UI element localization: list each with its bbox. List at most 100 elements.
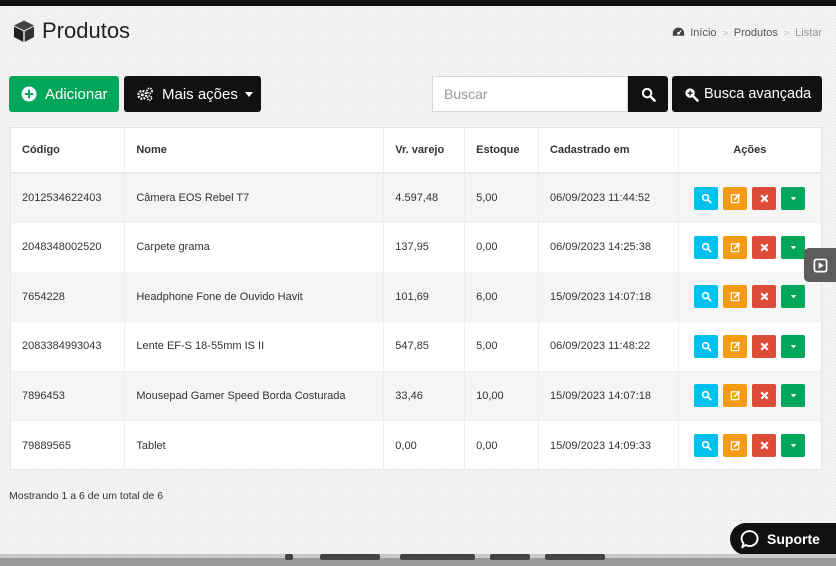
row-more-actions-button[interactable] xyxy=(781,384,806,408)
edit-button[interactable] xyxy=(723,285,748,309)
gears-icon xyxy=(137,87,153,101)
view-button[interactable] xyxy=(694,186,719,210)
row-more-actions-button[interactable] xyxy=(781,434,806,457)
row-more-actions-button[interactable] xyxy=(781,235,806,259)
bottom-strip-mark xyxy=(490,554,530,560)
column-header-nome[interactable]: Nome xyxy=(124,128,385,174)
search-input[interactable] xyxy=(432,76,628,112)
cell-codigo: 2048348002520 xyxy=(11,222,126,272)
row-more-actions-button[interactable] xyxy=(781,186,806,210)
breadcrumb-item-produtos[interactable]: Produtos xyxy=(734,27,778,39)
cell-cadastrado-em: 15/09/2023 14:07:18 xyxy=(538,271,679,322)
search-icon xyxy=(701,193,712,204)
add-button[interactable]: Adicionar xyxy=(9,76,119,112)
search-icon xyxy=(701,242,712,253)
cell-vr-varejo: 33,46 xyxy=(383,370,466,421)
play-square-icon xyxy=(813,258,827,272)
close-icon xyxy=(759,242,770,253)
pagination-info: Mostrando 1 a 6 de um total de 6 xyxy=(9,490,164,502)
row-actions xyxy=(679,186,821,210)
table-row[interactable]: 2083384993043 Lente EF-S 18-55mm IS II 547… xyxy=(11,321,821,371)
row-actions xyxy=(679,434,821,457)
delete-button[interactable] xyxy=(752,434,777,457)
bottom-strip-mark xyxy=(400,554,475,560)
edit-icon xyxy=(730,193,741,204)
cell-cadastrado-em: 15/09/2023 14:09:33 xyxy=(538,420,679,470)
column-header-vr-varejo[interactable]: Vr. varejo xyxy=(383,128,466,174)
delete-button[interactable] xyxy=(752,384,777,408)
edit-icon xyxy=(730,440,741,451)
view-button[interactable] xyxy=(694,434,719,457)
search-button[interactable] xyxy=(628,76,668,112)
more-actions-dropdown[interactable]: Mais ações xyxy=(124,76,261,112)
table-row[interactable]: 7896453 Mousepad Gamer Speed Borda Costur… xyxy=(11,370,821,421)
close-icon xyxy=(759,193,770,204)
cell-estoque: 0,00 xyxy=(464,420,540,470)
more-actions-label: Mais ações xyxy=(162,85,238,103)
edit-icon xyxy=(730,291,741,302)
cell-nome: Câmera EOS Rebel T7 xyxy=(124,172,385,223)
edit-icon xyxy=(730,242,741,253)
products-table: Código Nome Vr. varejo Estoque Cadastrad… xyxy=(11,128,821,470)
table-row[interactable]: 7654228 Headphone Fone de Ouvido Havit 101… xyxy=(11,271,821,322)
advanced-search-button[interactable]: Busca avançada xyxy=(672,76,822,112)
caret-down-icon xyxy=(788,291,799,302)
cell-cadastrado-em: 15/09/2023 14:07:18 xyxy=(538,370,679,421)
edit-button[interactable] xyxy=(723,186,748,210)
view-button[interactable] xyxy=(694,384,719,408)
caret-down-icon xyxy=(788,390,799,401)
edit-button[interactable] xyxy=(723,334,748,358)
row-more-actions-button[interactable] xyxy=(781,334,806,358)
cell-nome: Tablet xyxy=(124,420,385,470)
table-row[interactable]: 79889565 Tablet 0,00 0,00 15/09/2023 14:09:3… xyxy=(11,420,821,470)
cell-vr-varejo: 547,85 xyxy=(383,321,466,371)
support-button[interactable]: Suporte xyxy=(730,523,836,555)
cell-acoes xyxy=(678,321,821,371)
delete-button[interactable] xyxy=(752,285,777,309)
row-more-actions-button[interactable] xyxy=(781,285,806,309)
page-title: Produtos xyxy=(42,18,131,43)
cell-cadastrado-em: 06/09/2023 14:25:38 xyxy=(538,222,679,272)
edit-icon xyxy=(730,390,741,401)
cell-estoque: 6,00 xyxy=(464,271,540,322)
edit-button[interactable] xyxy=(723,235,748,259)
advanced-search-label: Busca avançada xyxy=(704,86,812,102)
delete-button[interactable] xyxy=(752,235,777,259)
search-icon xyxy=(641,87,656,102)
search-icon xyxy=(701,440,712,451)
cell-vr-varejo: 137,95 xyxy=(383,222,466,272)
cell-cadastrado-em: 06/09/2023 11:44:52 xyxy=(538,172,679,223)
column-header-estoque[interactable]: Estoque xyxy=(464,128,540,174)
cell-vr-varejo: 4.597,48 xyxy=(383,172,466,223)
caret-down-icon xyxy=(788,341,799,352)
breadcrumb-item-inicio[interactable]: Início xyxy=(690,27,716,39)
row-actions xyxy=(679,285,821,309)
edit-button[interactable] xyxy=(723,384,748,408)
bottom-strip-mark xyxy=(320,554,380,560)
cell-nome: Headphone Fone de Ouvido Havit xyxy=(124,271,385,322)
caret-down-icon xyxy=(788,242,799,253)
breadcrumb-separator: > xyxy=(783,27,790,38)
products-table-container: Código Nome Vr. varejo Estoque Cadastrad… xyxy=(10,127,822,470)
cell-codigo: 7896453 xyxy=(11,370,126,421)
table-row[interactable]: 2012534622403 Câmera EOS Rebel T7 4.597,48… xyxy=(11,172,821,223)
cell-cadastrado-em: 06/09/2023 11:48:22 xyxy=(538,321,679,371)
view-button[interactable] xyxy=(694,235,719,259)
delete-button[interactable] xyxy=(752,334,777,358)
delete-button[interactable] xyxy=(752,186,777,210)
cell-codigo: 7654228 xyxy=(11,271,126,322)
view-button[interactable] xyxy=(694,334,719,358)
edit-button[interactable] xyxy=(723,434,748,457)
caret-down-icon xyxy=(788,440,799,451)
column-header-codigo[interactable]: Código xyxy=(11,128,126,174)
view-button[interactable] xyxy=(694,285,719,309)
column-header-cadastrado-em[interactable]: Cadastrado em xyxy=(538,128,679,174)
cell-acoes xyxy=(678,420,821,470)
search-icon xyxy=(701,390,712,401)
table-row[interactable]: 2048348002520 Carpete grama 137,95 0,00 06/0… xyxy=(11,222,821,272)
cell-estoque: 10,00 xyxy=(464,370,540,421)
close-icon xyxy=(759,390,770,401)
cell-estoque: 5,00 xyxy=(464,321,540,371)
cell-vr-varejo: 101,69 xyxy=(383,271,466,322)
side-panel-toggle[interactable] xyxy=(804,248,836,282)
